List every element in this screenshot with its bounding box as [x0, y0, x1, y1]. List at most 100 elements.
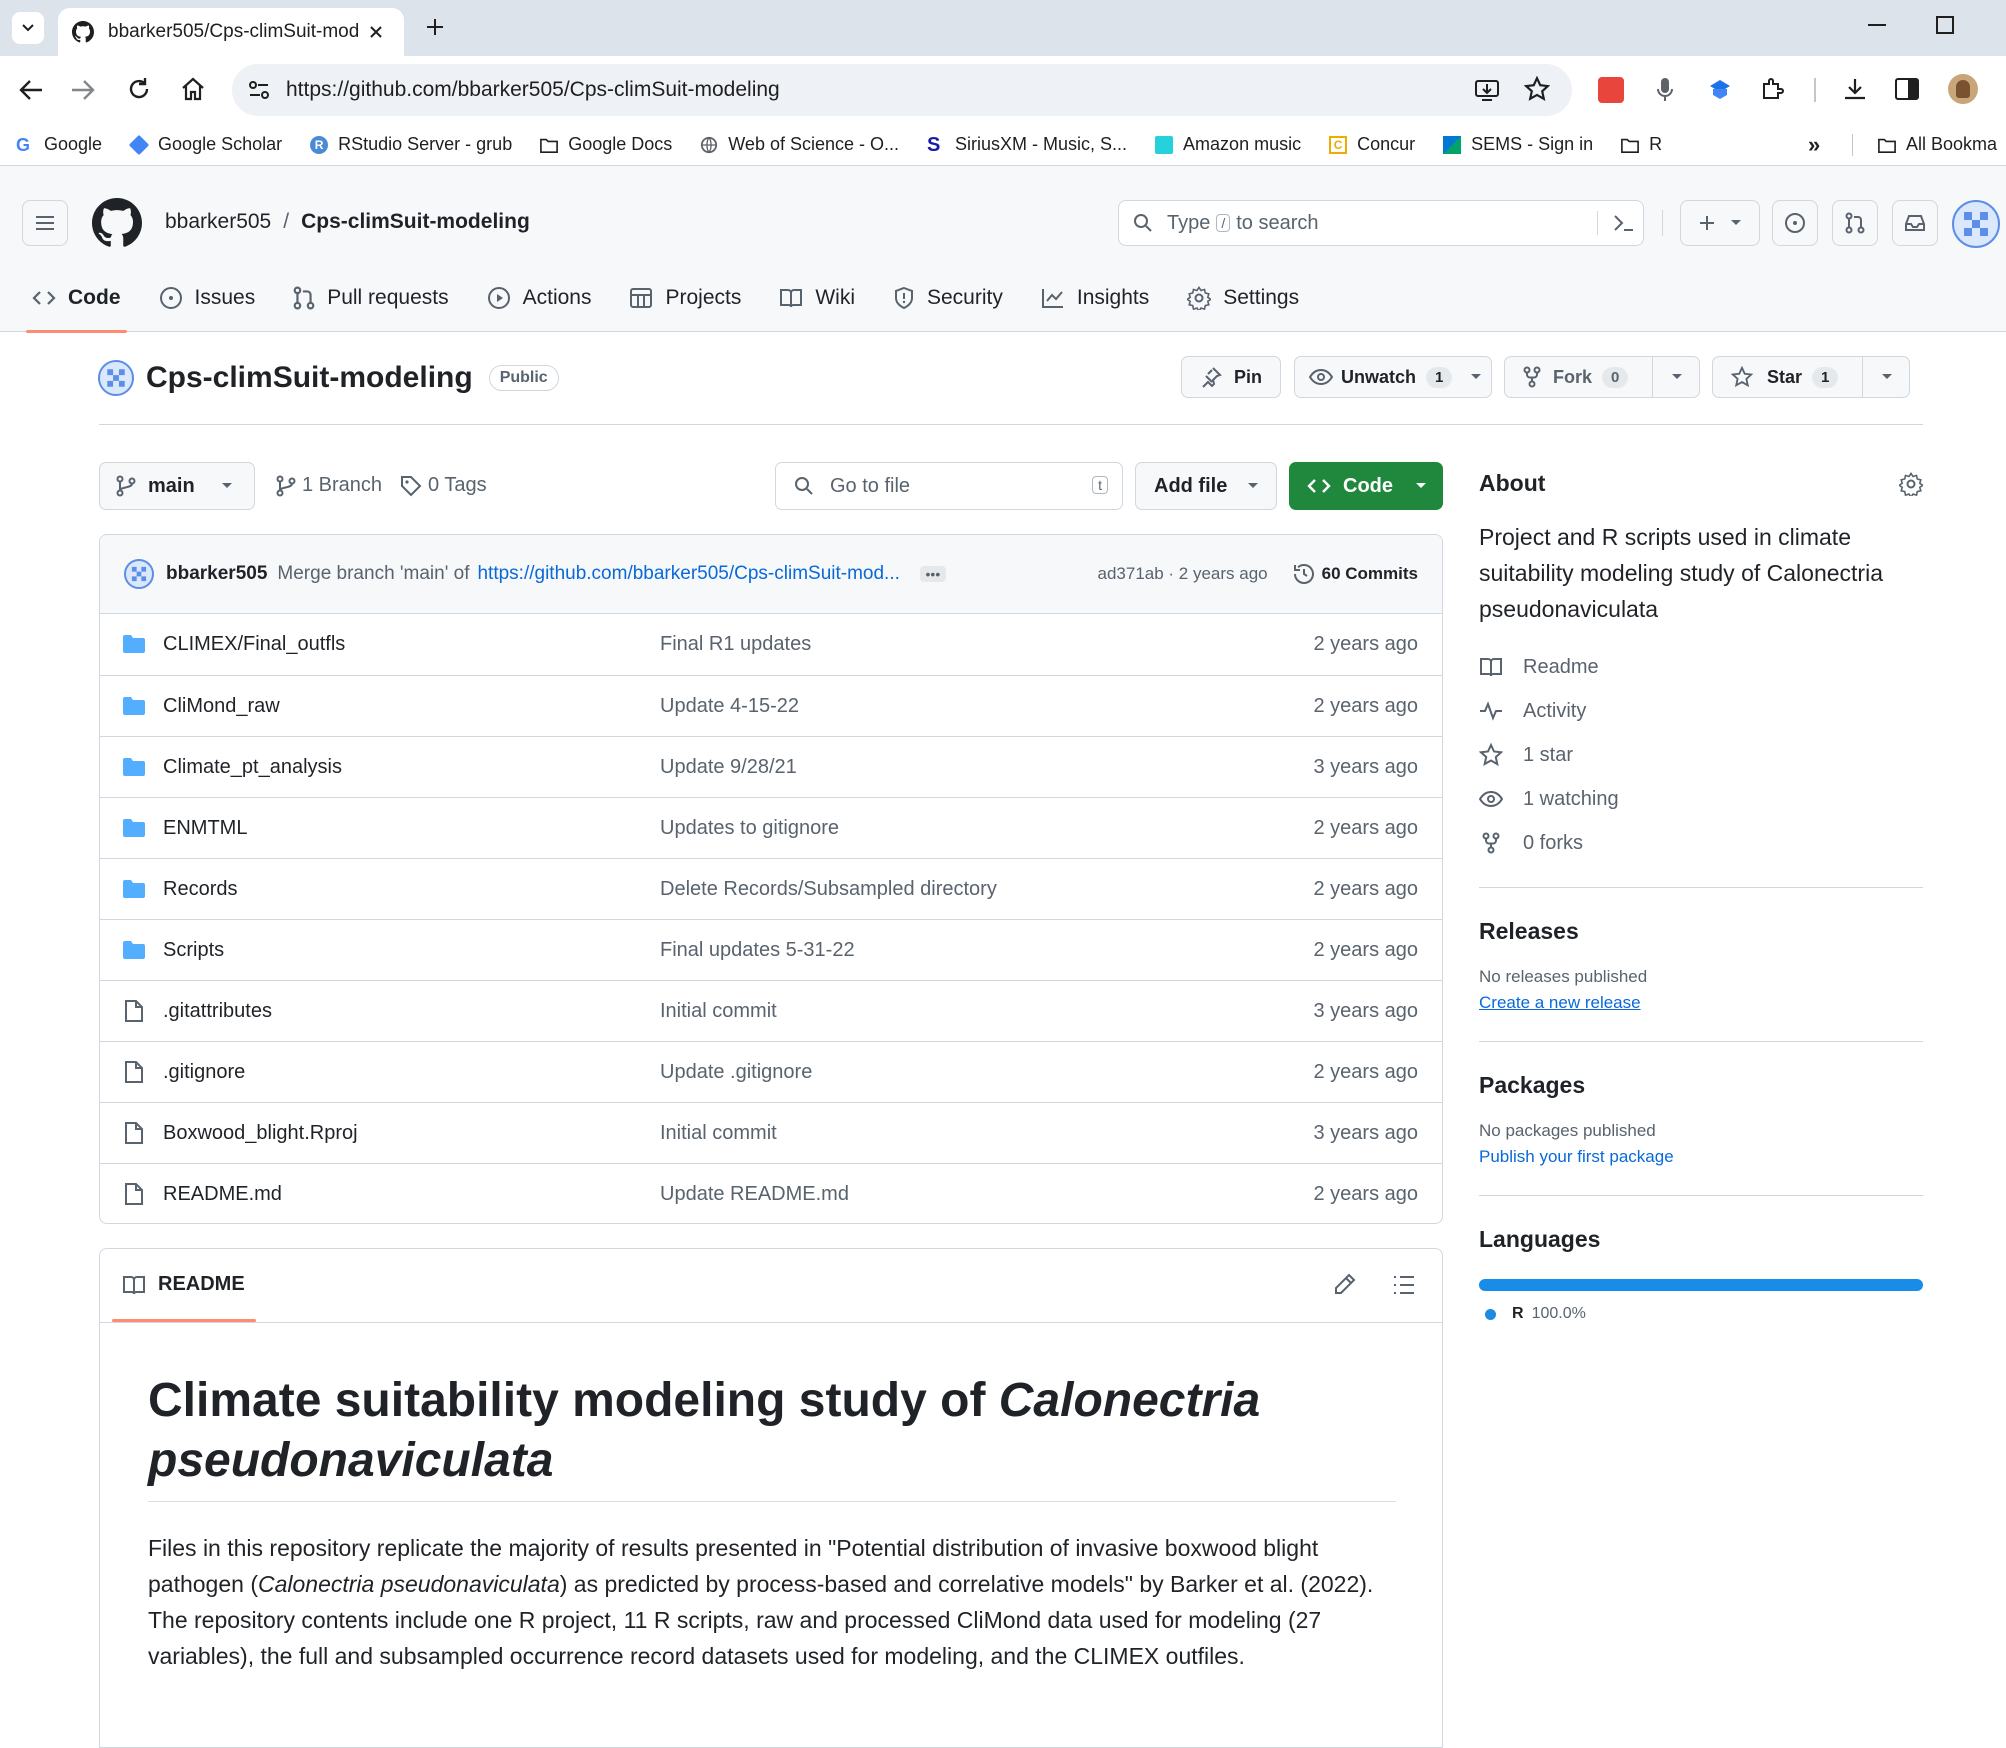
- bookmark-google-docs[interactable]: Google Docs: [540, 134, 672, 155]
- star-button[interactable]: Star 1: [1713, 357, 1863, 397]
- packages-heading[interactable]: Packages: [1479, 1072, 1923, 1099]
- file-commit-message[interactable]: Delete Records/Subsampled directory: [660, 878, 997, 901]
- file-commit-message[interactable]: Update README.md: [660, 1183, 849, 1206]
- file-row[interactable]: Records Delete Records/Subsampled direct…: [100, 858, 1442, 919]
- back-arrow-icon[interactable]: [18, 78, 44, 102]
- file-name[interactable]: Records: [163, 878, 237, 901]
- forward-arrow-icon[interactable]: [70, 78, 96, 102]
- microphone-icon[interactable]: [1655, 76, 1675, 104]
- file-row[interactable]: Boxwood_blight.Rproj Initial commit 3 ye…: [100, 1102, 1442, 1163]
- pin-button[interactable]: Pin: [1181, 356, 1281, 398]
- command-palette-icon[interactable]: [1613, 214, 1635, 232]
- bookmark-google[interactable]: G Google: [16, 134, 102, 155]
- file-row[interactable]: .gitignore Update .gitignore 2 years ago: [100, 1041, 1442, 1102]
- extension-blue-icon[interactable]: [1708, 78, 1732, 100]
- file-name[interactable]: CLIMEX/Final_outfls: [163, 633, 345, 656]
- file-name[interactable]: Climate_pt_analysis: [163, 756, 342, 779]
- tab-security[interactable]: Security: [893, 268, 1003, 328]
- stars-link[interactable]: 1 star: [1479, 733, 1923, 777]
- publish-package-link[interactable]: Publish your first package: [1479, 1147, 1923, 1167]
- tab-projects[interactable]: Projects: [629, 268, 741, 328]
- file-name[interactable]: .gitattributes: [163, 1000, 272, 1023]
- unwatch-button[interactable]: Unwatch 1: [1294, 356, 1492, 398]
- file-row[interactable]: ENMTML Updates to gitignore 2 years ago: [100, 797, 1442, 858]
- new-tab-icon[interactable]: [424, 16, 446, 38]
- file-commit-message[interactable]: Initial commit: [660, 1000, 777, 1023]
- file-commit-message[interactable]: Final updates 5-31-22: [660, 939, 855, 962]
- file-name[interactable]: CliMond_raw: [163, 695, 280, 718]
- url-text[interactable]: https://github.com/bbarker505/Cps-climSu…: [286, 78, 780, 102]
- commit-hash-age[interactable]: ad371ab · 2 years ago: [1098, 564, 1268, 584]
- home-icon[interactable]: [180, 76, 206, 102]
- pull-requests-button[interactable]: [1832, 200, 1878, 246]
- file-name[interactable]: README.md: [163, 1183, 282, 1206]
- download-icon[interactable]: [1842, 76, 1868, 102]
- user-avatar[interactable]: [1952, 200, 2000, 248]
- close-icon[interactable]: [368, 24, 384, 40]
- readme-link[interactable]: Readme: [1479, 645, 1923, 689]
- commit-author[interactable]: bbarker505: [166, 563, 267, 585]
- bookmark-web-of-science[interactable]: Web of Science - O...: [700, 134, 899, 155]
- site-settings-icon[interactable]: [248, 80, 270, 100]
- file-row[interactable]: CLIMEX/Final_outfls Final R1 updates 2 y…: [100, 614, 1442, 675]
- all-bookmarks[interactable]: All Bookma: [1878, 134, 1997, 155]
- file-row[interactable]: Scripts Final updates 5-31-22 2 years ag…: [100, 919, 1442, 980]
- install-app-icon[interactable]: [1474, 78, 1500, 102]
- minimize-icon[interactable]: [1868, 24, 1886, 26]
- tab-insights[interactable]: Insights: [1041, 268, 1149, 328]
- file-name[interactable]: Scripts: [163, 939, 224, 962]
- tab-settings[interactable]: Settings: [1187, 268, 1299, 328]
- add-file-button[interactable]: Add file: [1135, 462, 1277, 510]
- tags-link[interactable]: 0 Tags: [400, 474, 487, 497]
- file-name[interactable]: ENMTML: [163, 817, 247, 840]
- expand-commit-icon[interactable]: •••: [919, 566, 946, 582]
- file-commit-message[interactable]: Initial commit: [660, 1122, 777, 1145]
- profile-avatar[interactable]: [1948, 74, 1978, 104]
- go-to-file-input[interactable]: Go to file t: [775, 462, 1123, 510]
- branch-selector[interactable]: main: [99, 462, 255, 510]
- global-search-input[interactable]: Type / to search: [1118, 200, 1644, 246]
- tab-pull-requests[interactable]: Pull requests: [293, 268, 449, 328]
- file-commit-message[interactable]: Final R1 updates: [660, 633, 811, 656]
- commit-message[interactable]: Merge branch 'main' of: [277, 563, 469, 585]
- file-row[interactable]: .gitattributes Initial commit 3 years ag…: [100, 980, 1442, 1041]
- readme-tab[interactable]: README: [122, 1273, 245, 1296]
- create-new-button[interactable]: [1680, 200, 1760, 246]
- releases-heading[interactable]: Releases: [1479, 918, 1923, 945]
- tab-wiki[interactable]: Wiki: [779, 268, 855, 328]
- pencil-icon[interactable]: [1334, 1273, 1356, 1295]
- more-bookmarks-icon[interactable]: »: [1808, 132, 1820, 158]
- tab-issues[interactable]: Issues: [159, 268, 255, 328]
- bookmark-siriusxm[interactable]: S SiriusXM - Music, S...: [927, 134, 1127, 155]
- tab-search-button[interactable]: [12, 12, 44, 44]
- file-row[interactable]: CliMond_raw Update 4-15-22 2 years ago: [100, 675, 1442, 736]
- list-outline-icon[interactable]: [1392, 1275, 1416, 1295]
- code-button[interactable]: Code: [1289, 462, 1443, 510]
- file-name[interactable]: .gitignore: [163, 1061, 245, 1084]
- repo-link[interactable]: Cps-climSuit-modeling: [301, 210, 530, 234]
- bookmark-star-icon[interactable]: [1524, 76, 1550, 102]
- browser-tab-active[interactable]: bbarker505/Cps-climSuit-modeling: [58, 8, 404, 56]
- commits-link[interactable]: 60 Commits: [1292, 562, 1418, 586]
- bookmark-google-scholar[interactable]: Google Scholar: [128, 134, 282, 155]
- bookmark-concur[interactable]: C Concur: [1329, 134, 1415, 155]
- github-logo-icon[interactable]: [92, 198, 142, 248]
- extensions-puzzle-icon[interactable]: [1760, 76, 1786, 102]
- inbox-button[interactable]: [1892, 200, 1938, 246]
- menu-button[interactable]: [22, 200, 68, 246]
- issues-button[interactable]: [1772, 200, 1818, 246]
- bookmark-sems[interactable]: SEMS - Sign in: [1443, 134, 1593, 155]
- reload-icon[interactable]: [126, 76, 152, 102]
- owner-link[interactable]: bbarker505: [165, 210, 271, 234]
- file-commit-message[interactable]: Update 4-15-22: [660, 695, 799, 718]
- extension-red-icon[interactable]: [1598, 77, 1624, 103]
- language-item-r[interactable]: R 100.0%: [1485, 1305, 1923, 1323]
- branches-link[interactable]: 1 Branch: [276, 474, 382, 497]
- file-row[interactable]: Climate_pt_analysis Update 9/28/21 3 yea…: [100, 736, 1442, 797]
- address-bar[interactable]: https://github.com/bbarker505/Cps-climSu…: [232, 64, 1572, 116]
- maximize-icon[interactable]: [1936, 16, 1954, 34]
- bookmark-rstudio[interactable]: R RStudio Server - grub: [310, 134, 512, 155]
- file-row[interactable]: README.md Update README.md 2 years ago: [100, 1163, 1442, 1223]
- file-commit-message[interactable]: Update .gitignore: [660, 1061, 812, 1084]
- bookmark-amazon-music[interactable]: Amazon music: [1155, 134, 1301, 155]
